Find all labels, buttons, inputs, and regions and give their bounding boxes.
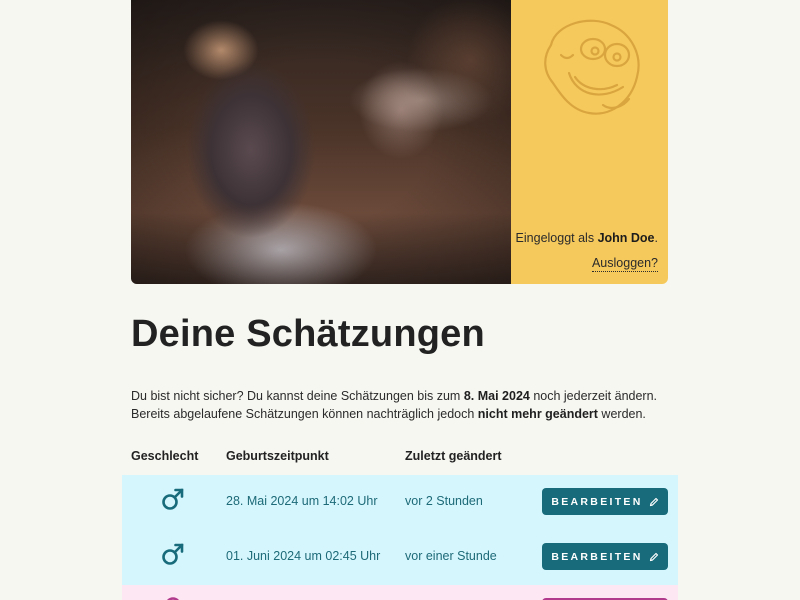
table-row: 01. Juni 2024 um 02:45 Uhr vor einer Stu… — [122, 530, 678, 585]
table-header: Geschlecht Geburtszeitpunkt Zuletzt geän… — [131, 449, 668, 465]
female-icon — [167, 597, 179, 600]
intro-line2-bold: nicht mehr geändert — [477, 407, 598, 421]
edit-button[interactable]: BEARBEITEN — [542, 488, 668, 515]
column-header-changed: Zuletzt geändert — [405, 449, 502, 463]
login-prefix: Eingeloggt als — [515, 231, 598, 245]
intro-line2-suffix: werden. — [597, 407, 646, 421]
pencil-icon — [649, 497, 658, 506]
hero-photo — [131, 0, 511, 284]
table-row — [122, 585, 678, 600]
intro-text: Du bist nicht sicher? Du kannst deine Sc… — [131, 387, 691, 423]
last-changed: vor einer Stunde — [405, 549, 497, 563]
intro-line1-prefix: Du bist nicht sicher? Du kannst deine Sc… — [131, 389, 464, 403]
user-name: John Doe — [597, 231, 655, 245]
login-suffix: . — [654, 231, 658, 245]
intro-line1-suffix: noch jederzeit ändern. — [529, 389, 658, 403]
hero-banner: Eingeloggt als John Doe. Ausloggen? — [131, 0, 668, 284]
login-status: Eingeloggt als John Doe. — [516, 231, 658, 245]
page-title: Deine Schätzungen — [131, 313, 485, 355]
logout-link[interactable]: Ausloggen? — [591, 256, 658, 272]
column-header-gender: Geschlecht — [131, 449, 199, 463]
last-changed: vor 2 Stunden — [405, 494, 483, 508]
birth-time: 01. Juni 2024 um 02:45 Uhr — [226, 549, 381, 563]
column-header-birth: Geburtszeitpunkt — [226, 449, 329, 463]
user-panel: Eingeloggt als John Doe. Ausloggen? — [511, 0, 668, 284]
edit-button[interactable]: BEARBEITEN — [542, 543, 668, 570]
birth-time: 28. Mai 2024 um 14:02 Uhr — [226, 494, 378, 508]
table-row: 28. Mai 2024 um 14:02 Uhr vor 2 Stunden … — [122, 475, 678, 530]
male-icon — [162, 488, 184, 510]
pencil-icon — [649, 552, 658, 561]
intro-deadline: 8. Mai 2024 — [463, 389, 530, 403]
edit-button-label: BEARBEITEN — [551, 550, 643, 563]
male-icon — [162, 543, 184, 565]
edit-button-label: BEARBEITEN — [551, 495, 643, 508]
intro-line2-prefix: Bereits abgelaufene Schätzungen können n… — [131, 407, 478, 421]
dinosaur-logo-icon — [544, 19, 640, 115]
